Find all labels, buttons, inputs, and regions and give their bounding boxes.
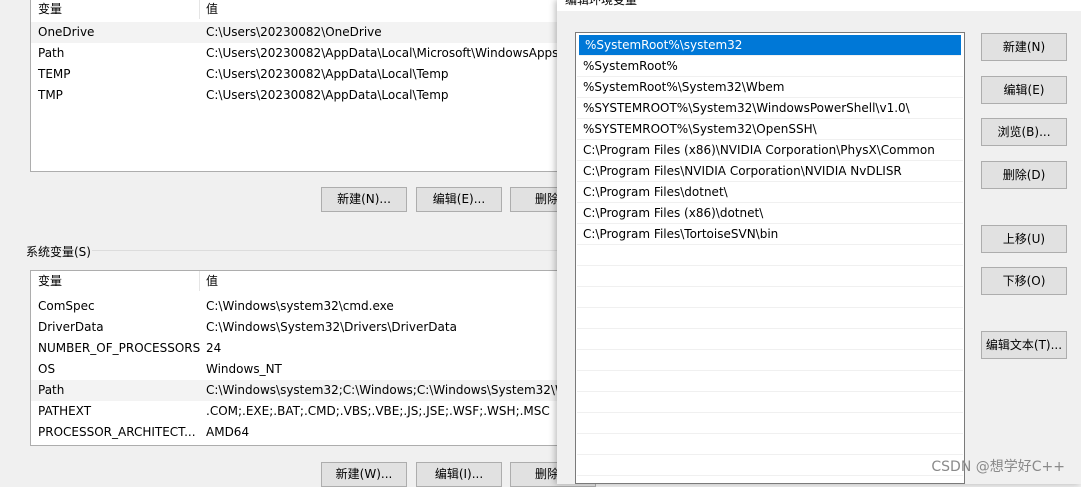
path-delete-button[interactable]: 删除(D) — [981, 161, 1067, 189]
path-entry[interactable]: C:\Program Files (x86)\dotnet\ — [577, 203, 963, 224]
table-row[interactable]: TMP C:\Users\20230082\AppData\Local\Temp — [31, 85, 571, 106]
system-edit-button[interactable]: 编辑(I)... — [416, 462, 502, 487]
column-separator[interactable] — [199, 0, 200, 19]
environment-variables-window: 变量 值 OneDrive C:\Users\20230082\OneDrive… — [0, 0, 596, 487]
column-separator[interactable] — [199, 271, 200, 291]
table-row[interactable]: PROCESSOR_ARCHITECT... AMD64 — [31, 422, 571, 443]
variable-name: OS — [38, 362, 56, 376]
system-variables-header: 变量 值 — [31, 271, 571, 291]
empty-row[interactable] — [577, 308, 963, 329]
path-new-button[interactable]: 新建(N) — [981, 33, 1067, 61]
empty-row[interactable] — [577, 455, 963, 476]
variable-name: OneDrive — [38, 25, 95, 39]
column-header-value[interactable]: 值 — [206, 271, 218, 291]
empty-row[interactable] — [577, 413, 963, 434]
empty-row[interactable] — [577, 371, 963, 392]
empty-row[interactable] — [577, 287, 963, 308]
variable-name: DriverData — [38, 320, 104, 334]
variable-value: AMD64 — [206, 425, 250, 439]
empty-row[interactable] — [577, 329, 963, 350]
table-row[interactable]: Path C:\Windows\system32;C:\Windows;C:\W… — [31, 380, 571, 401]
column-header-variable[interactable]: 变量 — [38, 271, 62, 291]
variable-name: TMP — [38, 88, 63, 102]
table-row[interactable]: PATHEXT .COM;.EXE;.BAT;.CMD;.VBS;.VBE;.J… — [31, 401, 571, 422]
variable-value: 24 — [206, 341, 222, 355]
system-variables-group-label: 系统变量(S) — [26, 245, 91, 259]
path-entry[interactable]: C:\Program Files (x86)\NVIDIA Corporatio… — [577, 140, 963, 161]
variable-value: C:\Users\20230082\AppData\Local\Temp — [206, 67, 449, 81]
path-entry[interactable]: %SystemRoot% — [577, 56, 963, 77]
path-entry[interactable]: %SYSTEMROOT%\System32\OpenSSH\ — [577, 119, 963, 140]
dialog-title: 编辑环境变量 — [565, 0, 638, 7]
path-entry[interactable]: %SYSTEMROOT%\System32\WindowsPowerShell\… — [577, 98, 963, 119]
empty-row[interactable] — [577, 434, 963, 455]
path-move-down-button[interactable]: 下移(O) — [981, 267, 1067, 295]
variable-value: C:\Users\20230082\AppData\Local\Microsof… — [206, 46, 559, 60]
table-row[interactable]: NUMBER_OF_PROCESSORS 24 — [31, 338, 571, 359]
variable-value: C:\Windows\system32\cmd.exe — [206, 299, 394, 313]
variable-name: Path — [38, 46, 65, 60]
table-row[interactable]: Path C:\Users\20230082\AppData\Local\Mic… — [31, 43, 571, 64]
table-row[interactable]: TEMP C:\Users\20230082\AppData\Local\Tem… — [31, 64, 571, 85]
path-edit-button[interactable]: 编辑(E) — [981, 76, 1067, 104]
table-row[interactable]: OneDrive C:\Users\20230082\OneDrive — [31, 22, 571, 43]
variable-name: NUMBER_OF_PROCESSORS — [38, 341, 201, 355]
user-new-button[interactable]: 新建(N)... — [321, 187, 407, 212]
path-entry[interactable]: C:\Program Files\dotnet\ — [577, 182, 963, 203]
column-header-value[interactable]: 值 — [206, 0, 218, 19]
empty-row[interactable] — [577, 350, 963, 371]
csdn-watermark: CSDN @想学好C++ — [931, 459, 1065, 475]
path-browse-button[interactable]: 浏览(B)... — [981, 118, 1067, 146]
path-edit-text-button[interactable]: 编辑文本(T)... — [981, 331, 1067, 359]
path-move-up-button[interactable]: 上移(U) — [981, 225, 1067, 253]
empty-row[interactable] — [577, 392, 963, 413]
dialog-title-bar[interactable]: 编辑环境变量 — [557, 0, 1081, 11]
group-box-line — [92, 250, 562, 251]
path-entry[interactable]: C:\Program Files\TortoiseSVN\bin — [577, 224, 963, 245]
empty-row[interactable] — [577, 266, 963, 287]
table-row[interactable]: DriverData C:\Windows\System32\Drivers\D… — [31, 317, 571, 338]
user-edit-button[interactable]: 编辑(E)... — [416, 187, 502, 212]
variable-value: C:\Windows\system32;C:\Windows;C:\Window… — [206, 383, 567, 397]
table-row[interactable]: ComSpec C:\Windows\system32\cmd.exe — [31, 296, 571, 317]
variable-name: PATHEXT — [38, 404, 92, 418]
path-entry[interactable]: C:\Program Files\NVIDIA Corporation\NVID… — [577, 161, 963, 182]
variable-value: .COM;.EXE;.BAT;.CMD;.VBS;.VBE;.JS;.JSE;.… — [206, 404, 550, 418]
path-entries-list[interactable]: %SystemRoot%\system32 %SystemRoot% %Syst… — [575, 32, 965, 484]
system-new-button[interactable]: 新建(W)... — [321, 462, 407, 487]
variable-value: C:\Users\20230082\AppData\Local\Temp — [206, 88, 449, 102]
path-entry[interactable]: %SystemRoot%\system32 — [579, 35, 961, 56]
variable-value: C:\Users\20230082\OneDrive — [206, 25, 382, 39]
variable-name: TEMP — [38, 67, 71, 81]
user-variables-header: 变量 值 — [31, 0, 571, 19]
path-entry[interactable]: %SystemRoot%\System32\Wbem — [577, 77, 963, 98]
table-row[interactable]: OS Windows_NT — [31, 359, 571, 380]
empty-row[interactable] — [577, 245, 963, 266]
variable-value: Windows_NT — [206, 362, 282, 376]
user-variables-list[interactable]: 变量 值 OneDrive C:\Users\20230082\OneDrive… — [30, 0, 572, 172]
variable-name: PROCESSOR_ARCHITECT... — [38, 425, 196, 439]
variable-value: C:\Windows\System32\Drivers\DriverData — [206, 320, 457, 334]
variable-name: Path — [38, 383, 65, 397]
edit-environment-variable-dialog: 编辑环境变量 %SystemRoot%\system32 %SystemRoot… — [557, 0, 1081, 484]
variable-name: ComSpec — [38, 299, 95, 313]
system-variables-list[interactable]: 变量 值 ComSpec C:\Windows\system32\cmd.exe… — [30, 270, 572, 446]
column-header-variable[interactable]: 变量 — [38, 0, 62, 19]
